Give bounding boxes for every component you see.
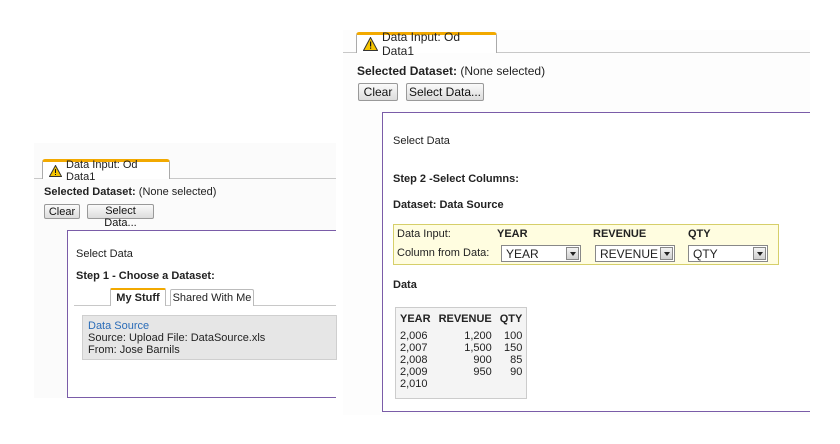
select-data-box: Select Data Step 1 - Choose a Dataset: M… — [67, 230, 337, 398]
dataset-card[interactable]: Data Source Source: Upload File: DataSou… — [82, 315, 337, 360]
selected-dataset: Selected Dataset: (None selected) — [44, 186, 216, 198]
table-row: 2,006 1,200 100 — [396, 330, 526, 342]
tab-shared-with-me[interactable]: Shared With Me — [170, 289, 254, 306]
table-cell: 2,008 — [400, 354, 428, 366]
table-cell — [435, 378, 496, 390]
qty-select[interactable]: QTY — [688, 245, 768, 262]
table-cell: 2,010 — [400, 378, 428, 390]
data-grid: YEAR REVENUE QTY 2,006 1,200 100 2,007 1… — [395, 307, 527, 399]
chevron-down-icon[interactable] — [753, 247, 766, 260]
revenue-select-value: REVENUE — [600, 246, 659, 261]
tab-title: Data Input: Od Data1 — [382, 30, 461, 58]
table-row: 2,009 950 90 — [396, 366, 526, 378]
table-cell: 1,200 — [464, 330, 492, 342]
table-cell: 100 — [504, 330, 523, 342]
year-select-value: YEAR — [506, 246, 539, 261]
dataset-source: Source: Upload File: DataSource.xls — [88, 332, 266, 344]
chevron-down-icon[interactable] — [660, 247, 673, 260]
table-cell: 85 — [510, 354, 523, 366]
left-panel: Data Input: Od Data1 Selected Dataset: (… — [34, 143, 337, 398]
dataset-name-link[interactable]: Data Source — [88, 320, 149, 332]
column-header: YEAR — [396, 308, 435, 330]
tab-title: Data Input: Od Data1 — [66, 158, 138, 183]
table-row: 2,008 900 85 — [396, 354, 526, 366]
column-selector: Data Input: YEAR REVENUE QTY Column from… — [393, 224, 779, 265]
chevron-down-icon[interactable] — [566, 247, 579, 260]
selected-dataset-label: Selected Dataset: — [44, 186, 136, 198]
select-data-button[interactable]: Select Data... — [87, 204, 154, 229]
table-cell: 2,006 — [400, 330, 428, 342]
selected-dataset-value: (None selected) — [460, 64, 546, 78]
table-cell — [496, 378, 527, 390]
table-header-row: YEAR REVENUE QTY — [396, 308, 527, 330]
select-data-button[interactable]: Select Data... — [406, 83, 484, 101]
column-header: QTY — [495, 308, 527, 330]
selected-dataset-label: Selected Dataset: — [357, 64, 458, 78]
year-select[interactable]: YEAR — [501, 245, 581, 262]
column-header: REVENUE — [434, 308, 496, 330]
table-cell: 2,009 — [400, 366, 428, 378]
table-cell: 90 — [510, 366, 523, 378]
clear-button[interactable]: Clear — [44, 204, 80, 219]
table-cell: 950 — [473, 366, 492, 378]
selected-dataset-value: (None selected) — [138, 186, 217, 198]
table-cell: 900 — [473, 354, 492, 366]
revenue-select[interactable]: REVENUE — [595, 245, 675, 262]
step-title: Step 2 -Select Columns: — [393, 173, 519, 185]
header-qty: QTY — [688, 228, 711, 240]
header-revenue: REVENUE — [593, 228, 647, 240]
table-row: 2,010 — [396, 378, 526, 390]
table-cell: 1,500 — [464, 342, 492, 354]
tab-my-stuff[interactable]: My Stuff — [110, 288, 166, 306]
column-from-data-label: Column from Data: — [397, 247, 490, 259]
warning-icon — [363, 37, 378, 51]
data-input-tab[interactable]: Data Input: Od Data1 — [42, 159, 170, 183]
data-table: YEAR REVENUE QTY 2,006 1,200 100 2,007 1… — [396, 308, 527, 390]
data-input-label: Data Input: — [397, 228, 451, 240]
dataset-title: Dataset: Data Source — [393, 199, 504, 211]
clear-button[interactable]: Clear — [358, 83, 398, 101]
right-panel: Data Input: Od Data1 Selected Dataset: (… — [343, 30, 810, 415]
qty-select-value: QTY — [693, 246, 718, 261]
data-title: Data — [393, 279, 417, 291]
section-title: Select Data — [76, 248, 133, 260]
select-data-box: Select Data Step 2 -Select Columns: Data… — [382, 112, 810, 412]
table-row: 2,007 1,500 150 — [396, 342, 526, 354]
dataset-from: From: Jose Barnils — [88, 344, 180, 356]
header-year: YEAR — [497, 228, 528, 240]
table-cell: 150 — [504, 342, 523, 354]
selected-dataset: Selected Dataset: (None selected) — [357, 64, 545, 78]
data-input-tab[interactable]: Data Input: Od Data1 — [356, 30, 497, 58]
table-cell: 2,007 — [400, 342, 428, 354]
section-title: Select Data — [393, 135, 450, 147]
warning-icon — [49, 164, 62, 177]
step-title: Step 1 - Choose a Dataset: — [76, 270, 215, 282]
